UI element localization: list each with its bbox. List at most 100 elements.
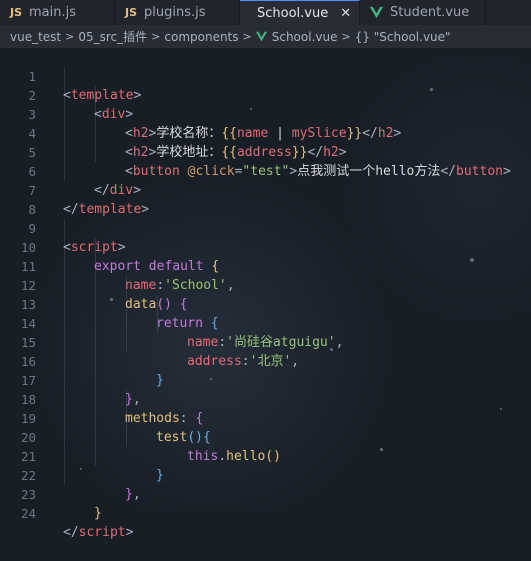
code-token: div (109, 183, 134, 198)
code-token: > (125, 525, 134, 540)
code-token: < (125, 164, 133, 179)
code-token: test (156, 430, 188, 445)
tab-main-js[interactable]: JS main.js (0, 0, 115, 25)
code-line: 8 (0, 181, 36, 217)
breadcrumb-item[interactable]: components (164, 30, 238, 44)
tab-student-vue[interactable]: Student.vue (360, 0, 486, 25)
code-line: 13 return { (0, 276, 219, 331)
code-token: ( (187, 430, 196, 445)
code-token: > (141, 202, 150, 217)
tab-school-vue[interactable]: School.vue ✕ (240, 0, 360, 25)
tab-bar-empty-area (486, 0, 531, 25)
code-token: , (132, 392, 141, 407)
code-token: ( (265, 449, 274, 464)
code-token: mySlice (291, 126, 347, 141)
code-token: > (125, 107, 134, 122)
close-icon[interactable]: ✕ (340, 6, 351, 21)
breadcrumb: vue_test > 05_src_插件 > components > Scho… (0, 25, 531, 48)
code-token: > (133, 183, 141, 198)
chevron-right-icon: > (65, 30, 75, 43)
code-editor[interactable]: 1 <template> 2 <div> 3 <h2>学校名称：{{name |… (0, 48, 531, 540)
code-line: 3 <h2>学校名称：{{name | mySlice}}</h2> (0, 86, 401, 141)
code-line: 10 export default { (0, 219, 219, 274)
code-token: } (156, 468, 164, 483)
code-line: 2 <div> (0, 67, 133, 122)
code-token: < (125, 145, 133, 160)
code-token: </ (94, 183, 110, 198)
code-token: ) (195, 430, 203, 445)
code-token: . (218, 449, 227, 464)
code-token: button (456, 164, 503, 179)
code-token: { (202, 430, 211, 445)
code-token: , (335, 335, 344, 350)
code-line: 17 }, (0, 352, 141, 407)
code-token: name (125, 278, 157, 293)
code-token: } (156, 373, 164, 388)
code-token: { (195, 411, 204, 426)
code-token: : (218, 335, 227, 350)
code-token: </ (440, 164, 457, 179)
code-line: 6 </div> (0, 143, 141, 198)
code-token: h2 (132, 126, 149, 141)
code-token: hello (226, 449, 266, 464)
code-token: | (268, 126, 292, 141)
code-token: > (117, 240, 126, 255)
chevron-right-icon: > (341, 30, 351, 43)
tab-plugins-js[interactable]: JS plugins.js (115, 0, 240, 25)
js-file-icon: JS (125, 6, 138, 19)
code-token: script (70, 240, 118, 255)
code-token: } (125, 487, 133, 502)
code-token: , (226, 278, 235, 293)
code-token: @click (179, 164, 235, 179)
code-token: h2 (323, 145, 339, 160)
code-token: , (291, 354, 300, 369)
code-line: 15 address:'北京', (0, 314, 299, 369)
editor-tab-bar: JS main.js JS plugins.js School.vue ✕ St… (0, 0, 531, 25)
code-token: > (133, 88, 142, 103)
code-token: </ (63, 525, 79, 540)
indent-guide (64, 67, 65, 181)
code-token: button (132, 164, 180, 179)
code-token: { (210, 316, 219, 331)
code-line: 22 }, (0, 447, 141, 502)
code-token: template (78, 202, 142, 217)
code-token: 'School' (164, 278, 227, 293)
vue-file-icon (255, 31, 267, 42)
code-token: address (236, 145, 292, 160)
code-token: 点我测试一个hello方法 (297, 164, 441, 179)
code-line: 5 <button @click="test">点我测试一个hello方法</b… (0, 124, 510, 179)
code-token: this (187, 449, 219, 464)
code-token: div (101, 107, 126, 122)
code-token: ) (273, 449, 281, 464)
code-token: { (211, 259, 220, 274)
code-token: > (502, 164, 511, 179)
code-token: : (179, 411, 188, 426)
code-line: 19 test(){ (0, 390, 211, 445)
code-token: default (148, 259, 204, 274)
tab-label: Student.vue (390, 5, 470, 20)
code-token: < (94, 107, 102, 122)
code-token: < (63, 240, 71, 255)
breadcrumb-item[interactable]: 05_src_插件 (78, 28, 147, 45)
chevron-right-icon: > (151, 30, 161, 43)
breadcrumb-item[interactable]: {} "School.vue" (355, 30, 451, 44)
code-token: 学校名称： (156, 126, 222, 141)
code-line: 20 this.hello() (0, 409, 281, 464)
breadcrumb-item[interactable]: School.vue (272, 30, 338, 44)
code-token: template (70, 88, 134, 103)
code-token: {{ (221, 126, 237, 141)
code-line: 1 <template> (0, 48, 141, 103)
code-token: }} (346, 126, 363, 141)
code-token: </ (63, 202, 79, 217)
code-token: name (236, 126, 269, 141)
code-token: : (241, 354, 250, 369)
code-line: 14 name:'尚硅谷atguigu', (0, 295, 343, 350)
code-token: } (125, 392, 133, 407)
code-line: 24 </script> (0, 485, 134, 540)
js-file-icon: JS (10, 6, 23, 19)
code-token: '尚硅谷atguigu' (226, 335, 336, 350)
breadcrumb-item[interactable]: vue_test (10, 30, 61, 44)
